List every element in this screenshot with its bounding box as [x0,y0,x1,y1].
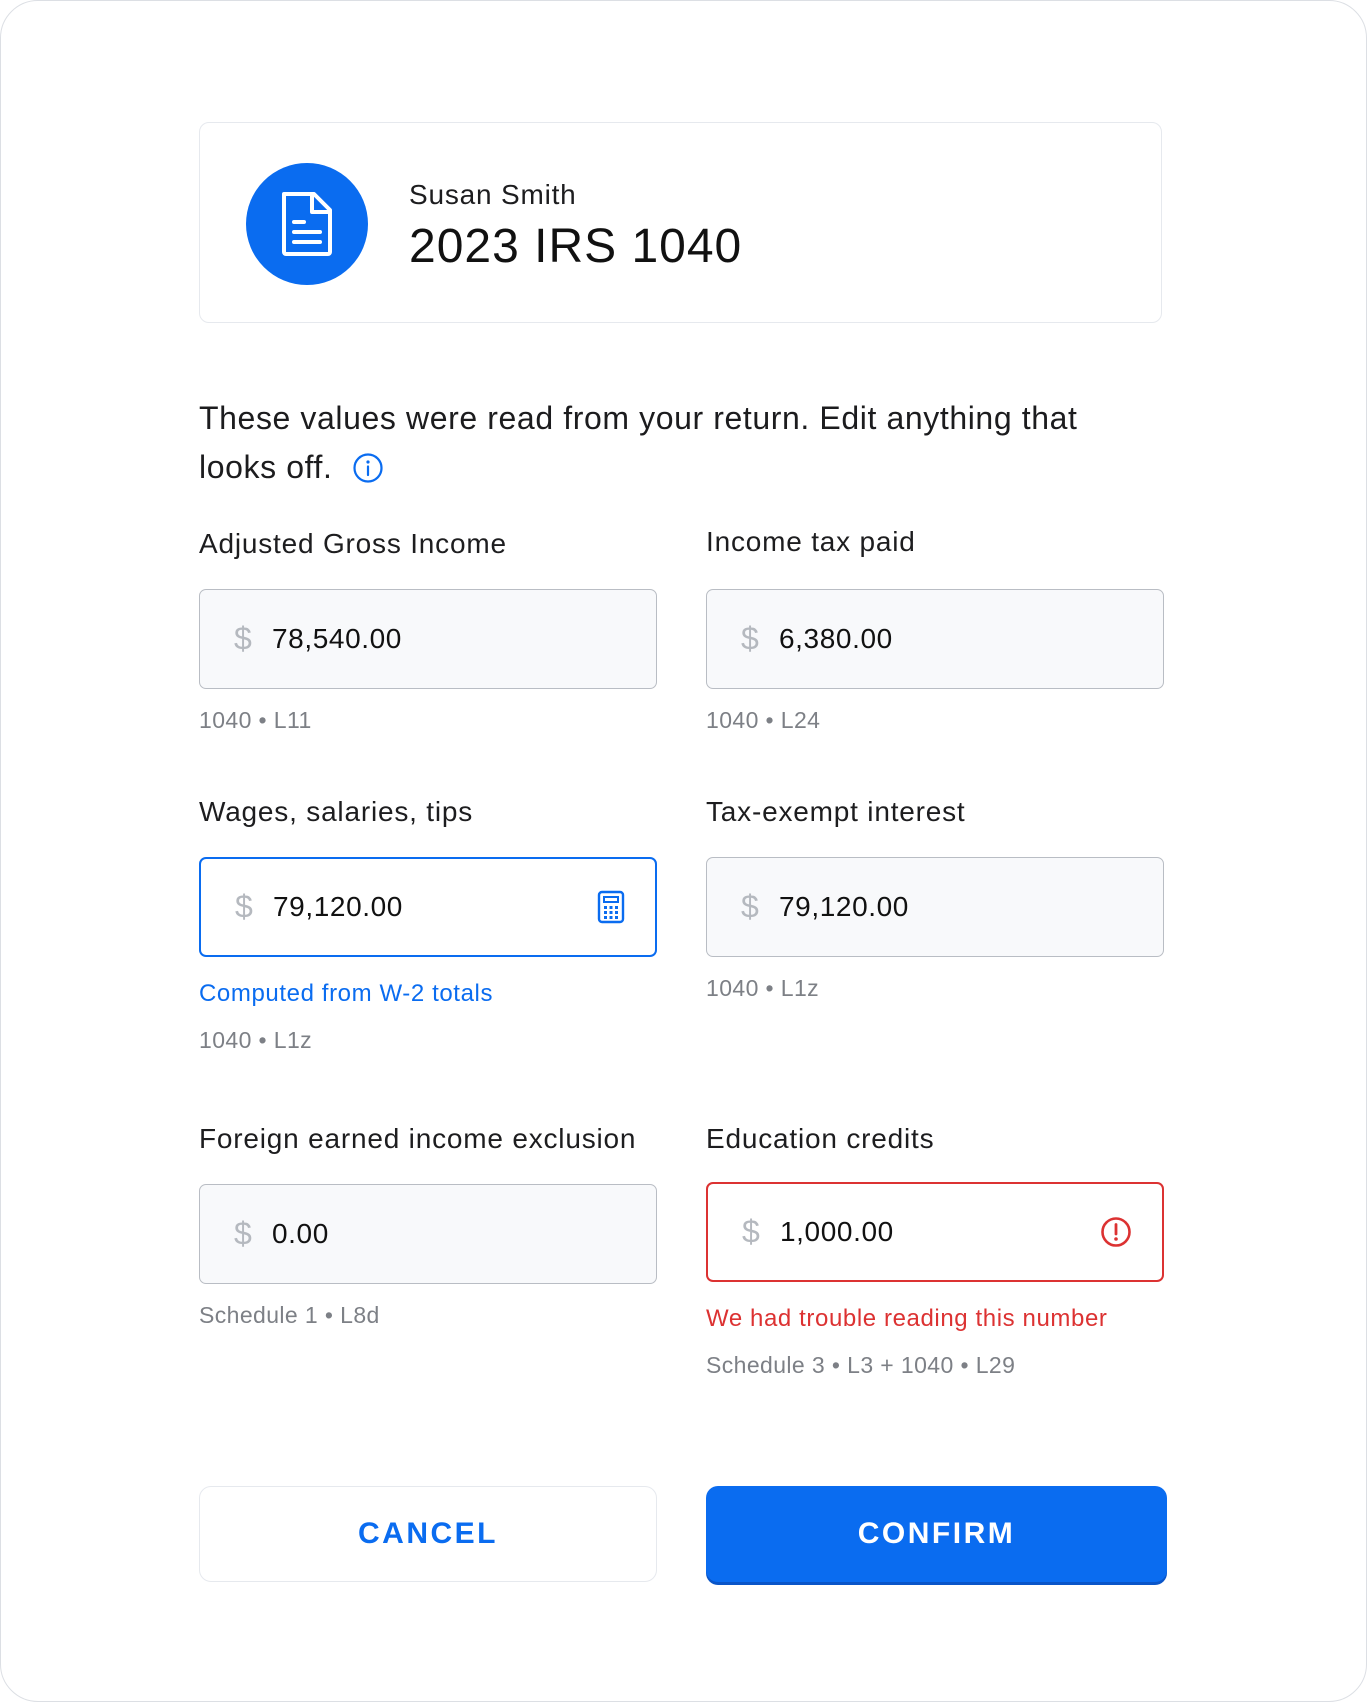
document-header-card: Susan Smith 2023 IRS 1040 [199,122,1162,323]
input-value: 78,540.00 [272,623,402,654]
agi-input[interactable]: $ 78,540.00 [199,589,657,689]
alert-circle-icon [1100,1216,1132,1248]
input-value: 1,000.00 [780,1216,894,1247]
intro-text: These values were read from your return.… [199,394,1159,498]
foreign-exclusion-input[interactable]: $ 0.00 [199,1184,657,1284]
confirm-button[interactable]: CONFIRM [706,1486,1167,1582]
field-label: Income tax paid [706,526,916,557]
field-label: Wages, salaries, tips [199,796,474,827]
dollar-sign-icon: $ [742,1213,760,1250]
intro-message: These values were read from your return.… [199,400,1078,485]
field-tax-exempt-interest: Tax-exempt interest $ 79,120.00 1040 • L… [706,795,1164,1003]
field-label: Foreign earned income exclusion [199,1123,637,1154]
document-title: 2023 IRS 1040 [409,220,743,273]
info-icon[interactable] [352,449,384,498]
field-label: Education credits [706,1123,935,1154]
dollar-sign-icon: $ [234,1215,252,1252]
field-label: Tax-exempt interest [706,796,966,827]
computed-hint: Computed from W-2 totals [199,980,494,1007]
calculator-icon[interactable] [597,890,625,924]
field-adjusted-gross-income: Adjusted Gross Income $ 78,540.00 1040 •… [199,527,657,735]
document-icon [282,192,332,256]
field-foreign-earned-income-exclusion: Foreign earned income exclusion $ 0.00 S… [199,1122,657,1330]
dollar-sign-icon: $ [741,888,759,925]
taxpayer-name: Susan Smith [409,179,577,210]
dollar-sign-icon: $ [234,620,252,657]
field-source: 1040 • L1z [706,975,820,1001]
wages-input[interactable]: $ 79,120.00 [199,857,657,957]
input-value: 6,380.00 [779,623,893,654]
field-source: 1040 • L11 [199,707,312,733]
input-value: 0.00 [272,1218,329,1249]
field-wages: Wages, salaries, tips $ 79,120.00 Comput… [199,795,657,1055]
tax-exempt-input[interactable]: $ 79,120.00 [706,857,1164,957]
document-avatar [246,163,368,285]
field-source: 1040 • L24 [706,707,821,733]
field-source: Schedule 1 • L8d [199,1302,380,1328]
education-credits-input[interactable]: $ 1,000.00 [706,1182,1164,1282]
field-source: 1040 • L1z [199,1027,313,1053]
input-value: 79,120.00 [779,891,909,922]
dollar-sign-icon: $ [235,888,253,925]
cancel-button[interactable]: CANCEL [199,1486,657,1582]
field-label: Adjusted Gross Income [199,528,507,559]
input-value: 79,120.00 [273,891,403,922]
error-message: We had trouble reading this number [706,1305,1108,1332]
dialog-frame: Susan Smith 2023 IRS 1040 These values w… [0,0,1367,1702]
field-education-credits: Education credits $ 1,000.00 We had trou… [706,1122,1164,1380]
field-income-tax-paid: Income tax paid $ 6,380.00 1040 • L24 [706,525,1164,735]
field-source: Schedule 3 • L3 + 1040 • L29 [706,1352,1016,1378]
dollar-sign-icon: $ [741,620,759,657]
income-tax-input[interactable]: $ 6,380.00 [706,589,1164,689]
